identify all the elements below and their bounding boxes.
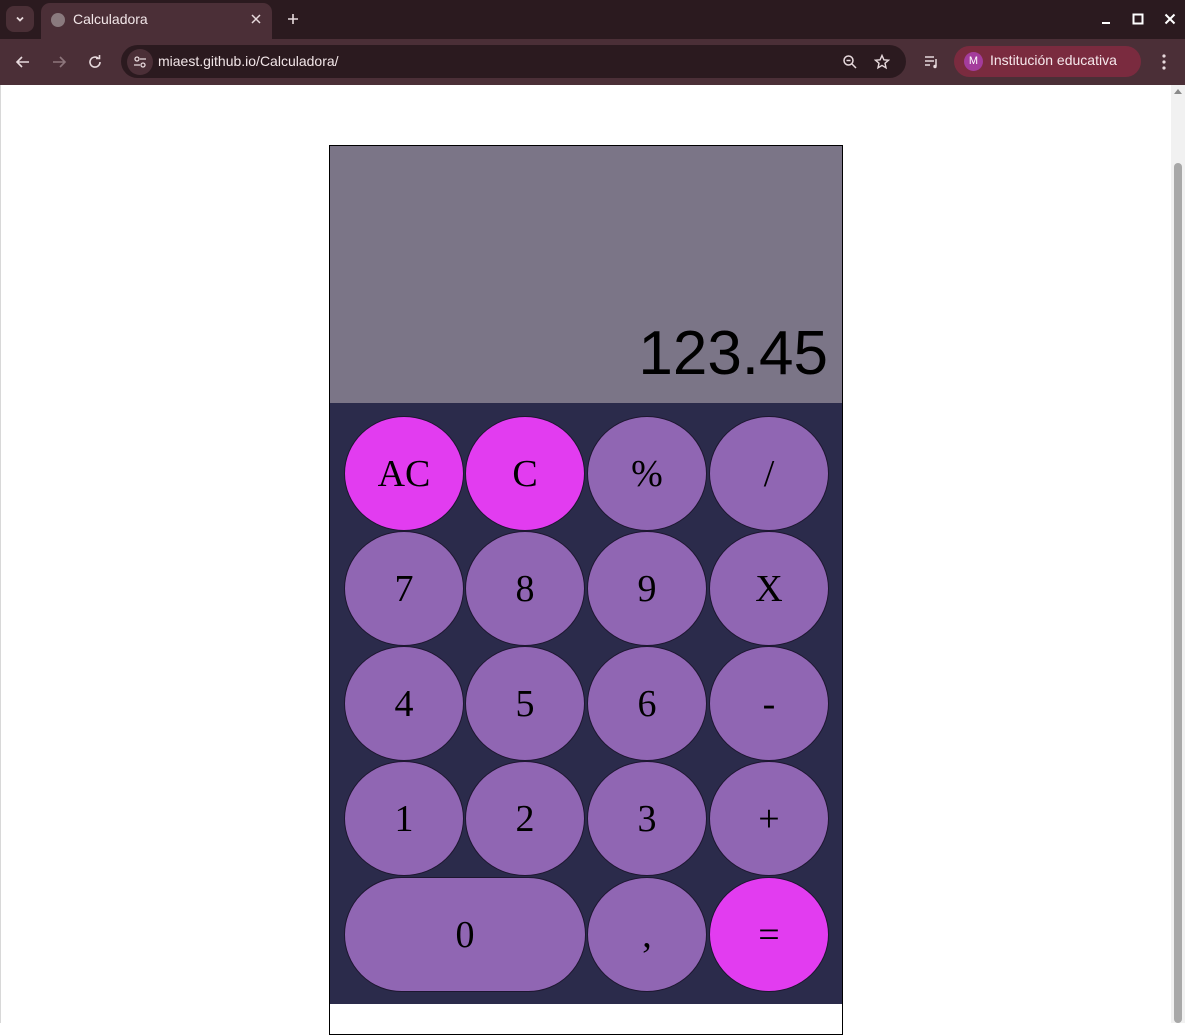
digit-3-button[interactable]: 3 bbox=[587, 761, 707, 876]
maximize-icon[interactable] bbox=[1127, 8, 1149, 30]
new-tab-icon[interactable] bbox=[282, 8, 304, 30]
scroll-up-arrow-icon[interactable] bbox=[1174, 89, 1182, 94]
equals-button[interactable]: = bbox=[709, 877, 829, 992]
address-bar[interactable]: miaest.github.io/Calculadora/ bbox=[121, 45, 906, 78]
active-tab[interactable]: Calculadora bbox=[41, 3, 272, 39]
digit-6-button[interactable]: 6 bbox=[587, 646, 707, 761]
multiply-button[interactable]: X bbox=[709, 531, 829, 646]
digit-0-button[interactable]: 0 bbox=[344, 877, 586, 992]
digit-9-button[interactable]: 9 bbox=[587, 531, 707, 646]
display-value: 123.45 bbox=[638, 319, 828, 388]
divide-button[interactable]: / bbox=[709, 416, 829, 531]
vertical-scrollbar[interactable] bbox=[1171, 85, 1185, 1023]
tab-strip: Calculadora bbox=[0, 0, 1185, 39]
subtract-button[interactable]: - bbox=[709, 646, 829, 761]
url-text[interactable]: miaest.github.io/Calculadora/ bbox=[158, 53, 339, 69]
decimal-comma-button[interactable]: , bbox=[587, 877, 707, 992]
keypad: AC C % / 7 8 9 X 4 5 6 - 1 2 3 + 0 , = bbox=[330, 403, 842, 1004]
digit-7-button[interactable]: 7 bbox=[344, 531, 464, 646]
percent-button[interactable]: % bbox=[587, 416, 707, 531]
close-window-icon[interactable] bbox=[1159, 8, 1181, 30]
browser-toolbar: miaest.github.io/Calculadora/ M Instituc… bbox=[0, 39, 1185, 85]
close-tab-icon[interactable] bbox=[248, 11, 264, 27]
zoom-icon[interactable] bbox=[839, 51, 861, 73]
chevron-down-icon bbox=[14, 10, 26, 29]
clear-button[interactable]: C bbox=[465, 416, 585, 531]
tab-search-button[interactable] bbox=[6, 6, 34, 32]
globe-icon bbox=[51, 13, 65, 27]
more-menu-icon[interactable] bbox=[1154, 50, 1174, 74]
back-arrow-icon[interactable] bbox=[11, 50, 35, 74]
tab-title: Calculadora bbox=[73, 11, 148, 27]
media-control-icon[interactable] bbox=[920, 50, 944, 74]
calculator: 123.45 AC C % / 7 8 9 X 4 5 6 - 1 2 3 + … bbox=[329, 145, 843, 1035]
digit-5-button[interactable]: 5 bbox=[465, 646, 585, 761]
avatar: M bbox=[964, 52, 983, 71]
profile-name: Institución educativa bbox=[990, 52, 1117, 68]
add-button[interactable]: + bbox=[709, 761, 829, 876]
all-clear-button[interactable]: AC bbox=[344, 416, 464, 531]
digit-2-button[interactable]: 2 bbox=[465, 761, 585, 876]
calculator-display: 123.45 bbox=[330, 146, 842, 403]
scrollbar-thumb[interactable] bbox=[1174, 163, 1182, 1023]
digit-1-button[interactable]: 1 bbox=[344, 761, 464, 876]
reload-icon[interactable] bbox=[83, 50, 107, 74]
digit-8-button[interactable]: 8 bbox=[465, 531, 585, 646]
site-settings-icon[interactable] bbox=[127, 49, 153, 75]
minimize-icon[interactable] bbox=[1095, 8, 1117, 30]
bookmark-star-icon[interactable] bbox=[871, 51, 893, 73]
profile-button[interactable]: M Institución educativa bbox=[954, 46, 1141, 77]
forward-arrow-icon[interactable] bbox=[47, 50, 71, 74]
digit-4-button[interactable]: 4 bbox=[344, 646, 464, 761]
